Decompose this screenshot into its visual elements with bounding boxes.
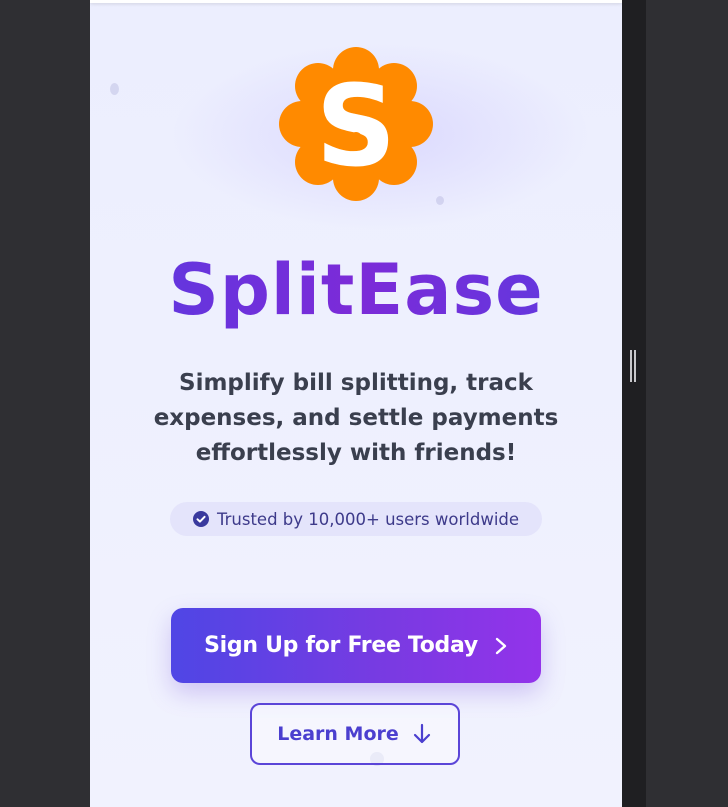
browser-side-panel <box>622 0 646 807</box>
app-title-split: Split <box>168 249 356 331</box>
arrow-down-icon <box>413 723 430 744</box>
signup-button-label: Sign Up for Free Today <box>204 633 478 658</box>
chevron-right-icon <box>495 637 507 654</box>
splitease-logo-icon: S <box>276 44 436 204</box>
top-bar <box>90 0 622 3</box>
logo-letter: S <box>316 62 397 192</box>
check-circle-icon <box>192 511 209 527</box>
tagline: Simplify bill splitting, track expenses,… <box>153 370 559 466</box>
resize-handle[interactable] <box>630 350 637 382</box>
decorative-dot <box>110 83 119 95</box>
learn-more-label: Learn More <box>277 723 399 745</box>
page-viewport: S SplitEase Simplify bill splitting, tra… <box>90 0 622 807</box>
app-title-ease: Ease <box>355 249 544 331</box>
trust-text: Trusted by 10,000+ users worldwide <box>216 509 520 529</box>
decorative-dot <box>436 196 444 205</box>
trust-badge: Trusted by 10,000+ users worldwide <box>170 502 542 536</box>
learn-more-button[interactable]: Learn More <box>250 703 460 765</box>
signup-button[interactable]: Sign Up for Free Today <box>171 608 541 683</box>
app-title: SplitEase <box>90 248 622 332</box>
